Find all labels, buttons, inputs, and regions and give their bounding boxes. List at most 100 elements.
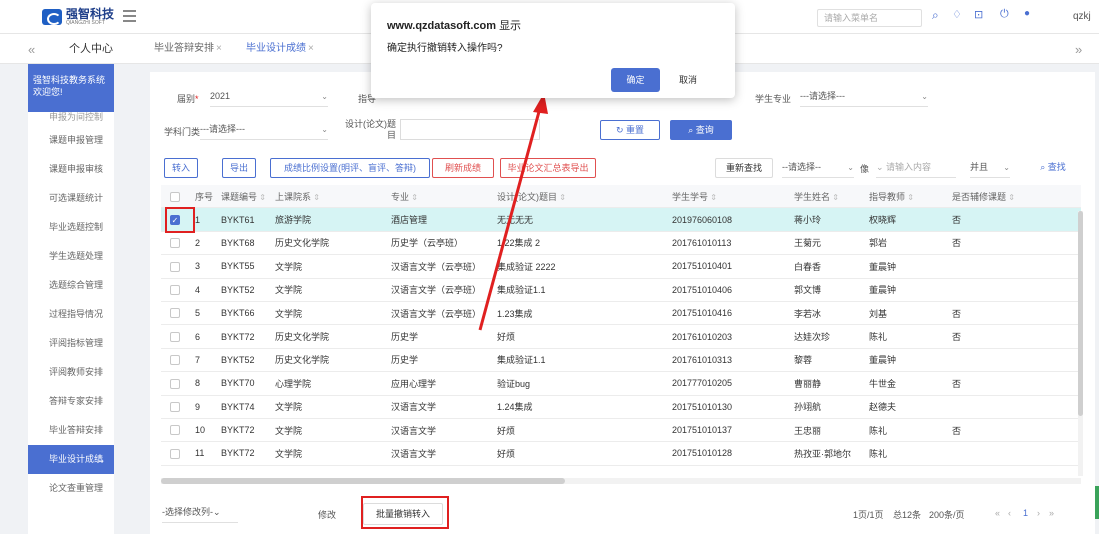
sidebar-item[interactable]: 论文查重管理 (28, 474, 114, 503)
row-select-cell[interactable] (161, 448, 189, 459)
reset-find-button[interactable]: 重新查找 (715, 158, 773, 178)
table-row[interactable]: 4 BYKT52 文学院 汉语言文学（云亭班） 集成验证1.1 201751010406 郭… (161, 279, 1081, 302)
modify-button[interactable]: 修改 (318, 508, 336, 521)
bell-icon[interactable]: ♢ (952, 8, 962, 21)
table-row[interactable]: 11 BYKT72 文学院 汉语言文学 好烦 201751010128 热孜亚·郭地尔 陈礼 (161, 442, 1081, 466)
row-select-cell[interactable] (161, 308, 189, 319)
menu-search-input[interactable]: 请输入菜单名 (817, 9, 922, 27)
sort-icon[interactable]: ⇕ (557, 193, 566, 202)
row-checkbox[interactable] (170, 238, 180, 249)
sort-icon[interactable]: ⇕ (409, 193, 418, 202)
row-checkbox[interactable] (170, 331, 180, 342)
column-header[interactable]: 课题编号 ⇕ (215, 190, 269, 203)
row-select-cell[interactable] (161, 378, 189, 389)
lock-icon[interactable]: ⊡ (974, 8, 983, 21)
column-header[interactable]: 序号 (189, 190, 215, 203)
column-header[interactable]: 上课院系 ⇕ (269, 190, 385, 203)
field-select[interactable]: --请选择-- ⌄ (782, 157, 854, 178)
side-handle[interactable] (1095, 486, 1099, 519)
topic-input[interactable] (400, 119, 540, 140)
close-icon[interactable]: × (308, 43, 314, 54)
sidebar-item[interactable]: 学生选题处理 (28, 242, 114, 271)
logic-select[interactable]: 并且 ⌄ (970, 157, 1010, 178)
table-row[interactable]: 8 BYKT70 心理学院 应用心理学 验证bug 201777010205 曹丽静 牛世金 否 (161, 372, 1081, 396)
refresh-score-button[interactable]: 刷新成绩 (432, 158, 494, 178)
condition-input[interactable]: ⌄ 请输入内容 (876, 157, 956, 178)
column-header[interactable]: 学生姓名 ⇕ (788, 190, 863, 203)
find-button[interactable]: ⌕ 查找 (1030, 158, 1076, 178)
menu-toggle-icon[interactable] (123, 10, 136, 22)
column-header[interactable]: 指导教师 ⇕ (863, 190, 946, 203)
tab-design-score[interactable]: 毕业设计成绩 × (240, 34, 320, 64)
row-checkbox[interactable] (170, 448, 180, 459)
table-row[interactable]: 5 BYKT66 文学院 汉语言文学（云亭班） 1.23集成 201751010416 李若… (161, 302, 1081, 326)
username[interactable]: qzkj (1073, 11, 1091, 22)
next-page-icon[interactable]: › (1037, 508, 1040, 518)
grade-select[interactable]: 2021 ⌄ (210, 86, 328, 107)
column-header[interactable]: 专业 ⇕ (385, 190, 491, 203)
row-checkbox[interactable] (170, 425, 180, 436)
tab-defense-arrangement[interactable]: 毕业答辩安排 × (148, 34, 228, 64)
table-row[interactable]: 3 BYKT55 文学院 汉语言文学（云亭班） 集成验证 2222 20175101040… (161, 255, 1081, 279)
query-button[interactable]: ⌕ 查询 (670, 120, 732, 140)
tabs-scroll-right-icon[interactable]: » (1075, 42, 1082, 57)
sidebar-item[interactable]: 评阅指标管理 (28, 329, 114, 358)
table-row[interactable]: ✓ 1 BYKT61 旅游学院 酒店管理 无无无无 201976060108 蒋小玲 权晓辉否 (161, 208, 1081, 232)
sidebar-item[interactable]: 选题综合管理 (28, 271, 114, 300)
major-select[interactable]: ---请选择--- ⌄ (800, 86, 928, 107)
table-row[interactable]: 2 BYKT68 历史文化学院 历史学（云亭班） 1.22集成 2 20176101011… (161, 232, 1081, 256)
last-page-icon[interactable]: » (1049, 508, 1054, 518)
table-row[interactable]: 9 BYKT74 文学院 汉语言文学 1.24集成 201751010130 孙翊航 赵德夫 (161, 396, 1081, 419)
sort-icon[interactable]: ⇕ (1006, 193, 1015, 202)
select-all-checkbox[interactable] (170, 191, 180, 202)
export-button[interactable]: 导出 (222, 158, 256, 178)
row-checkbox[interactable] (170, 378, 180, 389)
sort-icon[interactable]: ⇕ (311, 193, 320, 202)
sidebar-item[interactable]: 课题申报管理 (28, 126, 114, 155)
close-icon[interactable]: × (216, 43, 222, 54)
reset-button[interactable]: ↻ 重置 (600, 120, 660, 140)
search-icon[interactable]: ⌕ (932, 8, 939, 23)
column-header[interactable]: 学生学号 ⇕ (666, 190, 788, 203)
row-select-cell[interactable] (161, 331, 189, 342)
sidebar-item[interactable]: 可选课题统计 (28, 184, 114, 213)
sort-icon[interactable]: ⇕ (708, 193, 717, 202)
column-header[interactable]: 设计(论文)题目 ⇕ (491, 190, 666, 203)
table-row[interactable]: 7 BYKT52 历史文化学院 历史学 集成验证1.1 201761010313 黎蓉 董晨钟 (161, 349, 1081, 373)
select-all-cell[interactable] (161, 191, 189, 202)
sidebar-item[interactable]: 评阅教师安排 (28, 358, 114, 387)
category-select[interactable]: ---请选择--- ⌄ (200, 119, 328, 140)
horizontal-scrollbar[interactable] (161, 478, 1081, 484)
row-checkbox[interactable] (170, 402, 180, 413)
sidebar-item[interactable]: 毕业答辩安排 (28, 416, 114, 445)
row-checkbox[interactable] (170, 308, 180, 319)
row-select-cell[interactable] (161, 355, 189, 366)
modify-column-select[interactable]: -选择修改列-⌄ (162, 502, 238, 523)
row-checkbox[interactable] (170, 285, 180, 296)
power-icon[interactable]: ⏻ (1000, 8, 1009, 21)
vertical-scrollbar[interactable] (1078, 211, 1083, 476)
row-checkbox[interactable] (170, 261, 180, 272)
sidebar-item[interactable]: 毕业设计成绩 → (28, 445, 114, 474)
current-page[interactable]: 1 (1023, 508, 1028, 518)
table-row[interactable]: 6 BYKT72 历史文化学院 历史学 好烦 201761010203 达娃次珍 陈礼 否 (161, 325, 1081, 349)
sidebar-item-cut[interactable]: 申报为间控制 (28, 112, 114, 126)
row-select-cell[interactable] (161, 401, 189, 413)
summary-export-button[interactable]: 毕业论文汇总表导出 (500, 158, 596, 178)
row-select-cell[interactable] (161, 425, 189, 436)
sort-icon[interactable]: ⇕ (830, 193, 839, 202)
sort-icon[interactable]: ⇕ (257, 193, 266, 202)
sidebar-item[interactable]: 答辩专家安排 (28, 387, 114, 416)
row-select-cell[interactable] (161, 238, 189, 249)
tabs-scroll-left-icon[interactable]: « (28, 42, 35, 57)
row-checkbox[interactable] (170, 355, 180, 366)
dialog-ok-button[interactable]: 确定 (611, 68, 660, 92)
sidebar-item[interactable]: 毕业选题控制 (28, 213, 114, 242)
sidebar-item[interactable]: 课题申报审核 (28, 155, 114, 184)
dialog-cancel-button[interactable]: 取消 (667, 68, 709, 92)
per-page-select[interactable]: 200条/页 (929, 508, 965, 521)
row-select-cell[interactable] (161, 261, 189, 272)
column-header[interactable]: 是否辅修课题 ⇕ (946, 190, 1081, 203)
sort-icon[interactable]: ⇕ (905, 193, 914, 202)
first-page-icon[interactable]: « (995, 508, 1000, 518)
